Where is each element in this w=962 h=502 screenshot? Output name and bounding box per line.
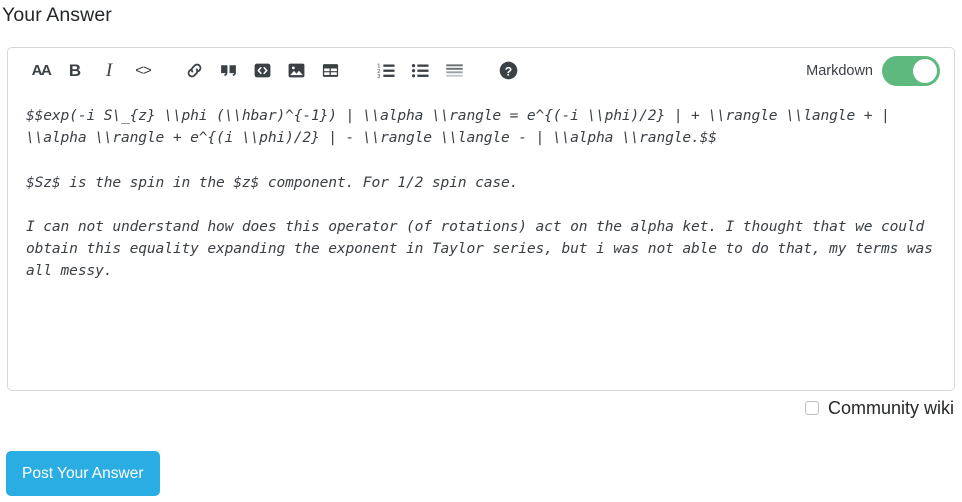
community-wiki-row: Community wiki — [804, 398, 954, 418]
bullet-list-icon[interactable] — [405, 56, 435, 86]
toolbar-group-insert — [179, 56, 345, 86]
community-wiki-label: Community wiki — [827, 398, 954, 418]
page-title: Your Answer — [2, 4, 112, 26]
toggle-knob — [913, 58, 937, 83]
markdown-toggle-switch[interactable] — [882, 55, 940, 86]
editor-toolbar: AA B I <> 1 2 3 ? Markdown — [8, 48, 954, 93]
link-chain-icon[interactable] — [179, 56, 209, 86]
bold-glyph: B — [68, 61, 82, 80]
italic-glyph: I — [105, 60, 113, 81]
inline-code-glyph: <> — [135, 62, 152, 79]
answer-editor-container: AA B I <> 1 2 3 ? Markdown $$exp(-i S\_{… — [7, 47, 955, 391]
inline-code-icon[interactable]: <> — [128, 56, 158, 86]
svg-text:3: 3 — [377, 74, 380, 80]
image-icon[interactable] — [281, 56, 311, 86]
toolbar-group-formatting: AA B I <> — [26, 56, 158, 86]
table-icon[interactable] — [315, 56, 345, 86]
italic-icon[interactable]: I — [94, 56, 124, 86]
heading-text-icon[interactable]: AA — [26, 56, 56, 86]
markdown-toggle-group: Markdown — [806, 48, 940, 93]
post-your-answer-button[interactable]: Post Your Answer — [6, 451, 160, 496]
toolbar-group-help: ? — [493, 56, 523, 86]
heading-glyph: AA — [31, 62, 52, 79]
help-circle-icon[interactable]: ? — [493, 56, 523, 86]
community-wiki-checkbox[interactable] — [804, 401, 819, 415]
quote-icon[interactable] — [213, 56, 243, 86]
answer-textarea[interactable] — [8, 93, 954, 390]
ordered-list-icon[interactable]: 1 2 3 — [371, 56, 401, 86]
bold-icon[interactable]: B — [60, 56, 90, 86]
toolbar-button-groups: AA B I <> 1 2 3 ? — [26, 56, 523, 86]
answer-form-page: Your Answer AA B I <> 1 2 3 ? Markdown $… — [0, 0, 962, 502]
horizontal-rule-icon[interactable] — [439, 56, 469, 86]
toolbar-group-lists: 1 2 3 — [371, 56, 469, 86]
markdown-label: Markdown — [806, 62, 873, 79]
svg-text:?: ? — [504, 64, 511, 78]
code-block-icon[interactable] — [247, 56, 277, 86]
